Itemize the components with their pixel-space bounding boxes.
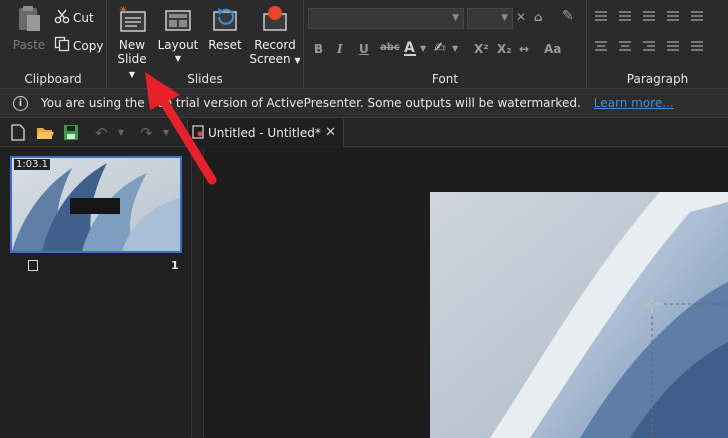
scissors-icon	[54, 8, 70, 27]
chevron-down-icon: ▼	[501, 13, 508, 23]
chevron-down-icon[interactable]: ▼	[420, 44, 426, 53]
paragraph-group: Paragraph	[587, 0, 728, 89]
new-slide-icon: ✳	[117, 4, 147, 34]
paste-icon	[14, 4, 44, 34]
text-effects-icon[interactable]: Aa	[544, 42, 561, 56]
reset-button[interactable]: Reset	[207, 4, 243, 52]
slide-duration: 1:03.1	[14, 159, 50, 170]
highlight-icon[interactable]: ✍	[434, 40, 446, 56]
quick-access-toolbar: ↶ ▼ ↷ ▼ Untitled - Untitled* ✕	[0, 119, 728, 147]
subscript-button[interactable]: X₂	[497, 42, 512, 56]
save-icon[interactable]	[63, 124, 79, 141]
character-spacing-icon[interactable]: ↔	[519, 42, 529, 56]
font-family-dropdown[interactable]: ▼	[308, 8, 464, 29]
reset-icon	[210, 4, 240, 34]
undo-icon[interactable]: ↶	[95, 124, 111, 142]
cut-label: Cut	[73, 10, 94, 25]
slides-group-label: Slides	[187, 72, 223, 86]
trial-message: You are using the free trial version of …	[41, 96, 581, 110]
underline-button[interactable]: U	[359, 42, 369, 56]
chevron-down-icon[interactable]: ▼	[452, 44, 458, 53]
superscript-button[interactable]: X²	[474, 42, 489, 56]
font-group: ▼ ▼ ✕ ⌂ ✎ B I U abc A ▼ ✍ ▼ X² X₂ ↔ Aa F…	[304, 0, 587, 89]
slides-panel: 1:03.1 1	[0, 148, 192, 438]
font-size-dropdown[interactable]: ▼	[467, 8, 513, 29]
chevron-down-icon: ▼	[294, 56, 301, 65]
open-folder-icon[interactable]	[36, 124, 54, 141]
new-document-icon[interactable]	[10, 124, 26, 141]
record-label-2: Screen	[249, 52, 291, 66]
film-icon	[28, 260, 38, 271]
reset-label: Reset	[208, 38, 242, 52]
svg-text:✳: ✳	[119, 5, 127, 16]
info-icon: i	[13, 95, 28, 111]
font-group-label: Font	[431, 72, 459, 86]
document-tab-title: Untitled - Untitled*	[208, 126, 321, 140]
document-tab[interactable]: Untitled - Untitled* ✕	[187, 119, 344, 147]
record-screen-button[interactable]: Record Screen ▼	[249, 4, 301, 68]
layout-button[interactable]: Layout ▼	[157, 4, 199, 66]
eraser-icon[interactable]: ✎	[562, 8, 574, 24]
record-icon	[260, 4, 290, 34]
slides-group: ✳ New Slide ▼ Layout ▼ Reset Record Scre…	[107, 0, 304, 89]
paragraph-icons[interactable]	[593, 10, 723, 66]
trial-info-bar: i You are using the free trial version o…	[0, 89, 728, 118]
new-slide-button[interactable]: ✳ New Slide ▼	[114, 4, 150, 82]
slide-canvas[interactable]	[430, 192, 728, 438]
copy-icon	[54, 36, 70, 55]
chevron-down-icon[interactable]: ▼	[163, 128, 179, 145]
chevron-down-icon: ▼	[174, 54, 182, 63]
wallpaper-canvas	[430, 192, 728, 438]
record-label-1: Record	[254, 38, 296, 52]
learn-more-link[interactable]: Learn more...	[594, 96, 674, 110]
paragraph-group-label: Paragraph	[626, 72, 689, 86]
new-slide-label-2: Slide	[117, 52, 147, 66]
slide-thumbnail[interactable]: 1:03.1	[10, 156, 182, 253]
chevron-down-icon[interactable]: ▼	[118, 128, 134, 145]
chevron-down-icon: ▼	[452, 13, 459, 23]
document-icon	[192, 124, 204, 142]
grow-font-icon[interactable]: ⌂	[534, 10, 543, 24]
record-label-row: Screen ▼	[249, 52, 301, 68]
paste-button[interactable]: Paste	[12, 4, 46, 52]
crosshair-icon	[643, 295, 661, 313]
close-icon[interactable]: ✕	[325, 125, 336, 140]
strikethrough-button[interactable]: abc	[380, 42, 400, 53]
clear-format-icon[interactable]: ✕	[516, 10, 526, 24]
paste-label: Paste	[12, 38, 46, 52]
ribbon: Paste Cut Copy Clipboard ✳ New Slide ▼ L…	[0, 0, 728, 89]
cut-button[interactable]: Cut	[54, 8, 94, 27]
redo-icon[interactable]: ↷	[140, 124, 156, 142]
font-color-icon[interactable]: A	[404, 40, 416, 56]
layout-icon	[163, 4, 193, 34]
video-placeholder	[70, 198, 120, 214]
clipboard-group-label: Clipboard	[24, 72, 82, 86]
layout-label: Layout	[157, 38, 199, 52]
bold-button[interactable]: B	[314, 42, 323, 56]
italic-button[interactable]: I	[337, 42, 343, 56]
clipboard-group: Paste Cut Copy Clipboard	[0, 0, 107, 89]
new-slide-label-1: New	[118, 38, 146, 52]
copy-label: Copy	[73, 38, 104, 53]
copy-button[interactable]: Copy	[54, 36, 103, 55]
slide-number: 1	[171, 259, 179, 272]
canvas-area	[204, 148, 728, 438]
